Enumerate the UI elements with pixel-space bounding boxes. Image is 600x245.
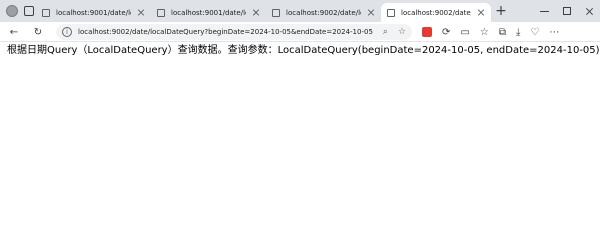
page-content: 根据日期Query（LocalDateQuery）查询数据。查询参数：Local…	[0, 42, 600, 245]
page-favicon-icon	[157, 8, 165, 17]
tab-title: localhost:9002/date/localDateQu...	[401, 8, 471, 17]
site-info-icon[interactable]: i	[62, 27, 72, 37]
profile-avatar-icon[interactable]	[6, 5, 18, 17]
window-controls	[540, 2, 594, 20]
collections-icon[interactable]: ⧉	[499, 27, 506, 38]
favorite-star-icon[interactable]: ☆	[398, 27, 406, 37]
tab-1[interactable]: localhost:9001/date/localDateTi...	[36, 3, 151, 22]
tab-close-icon[interactable]	[137, 9, 145, 17]
downloads-icon[interactable]: ⤓	[516, 27, 520, 38]
navigation-buttons: ← ↻	[8, 25, 44, 39]
browser-tools: ⟳ ▭ ☆ ⧉ ⤓ ♡ ⋯	[422, 25, 559, 39]
favorites-icon[interactable]: ☆	[480, 27, 489, 38]
workspaces-icon[interactable]	[24, 6, 34, 16]
browser-toolbar: ← ↻ i localhost:9002/date/localDateQuery…	[0, 22, 600, 42]
tab-title: localhost:9002/date/localDateTi...	[286, 8, 361, 17]
extension-icon[interactable]	[422, 27, 432, 37]
tab-close-icon[interactable]	[252, 9, 260, 17]
address-url[interactable]: localhost:9002/date/localDateQuery?begin…	[78, 28, 373, 36]
close-window-icon[interactable]	[585, 7, 594, 16]
tab-4-active[interactable]: localhost:9002/date/localDateQu...	[381, 3, 491, 22]
page-favicon-icon	[272, 8, 280, 17]
page-favicon-icon	[42, 8, 50, 17]
tab-title: localhost:9001/date/localDateTi...	[56, 8, 131, 17]
refresh-icon[interactable]: ↻	[32, 27, 44, 38]
new-tab-button[interactable]: +	[494, 4, 508, 18]
tabstrip-left-controls	[6, 4, 34, 18]
back-arrow-icon[interactable]: ←	[8, 27, 20, 38]
tab-3[interactable]: localhost:9002/date/localDateTi...	[266, 3, 381, 22]
page-favicon-icon	[387, 8, 395, 17]
address-bar[interactable]: i localhost:9002/date/localDateQuery?beg…	[56, 24, 412, 40]
query-result-message: 根据日期Query（LocalDateQuery）查询数据。查询参数：Local…	[7, 45, 600, 56]
browser-window: localhost:9001/date/localDateTi... local…	[0, 0, 600, 245]
tab-close-icon[interactable]	[367, 9, 375, 17]
address-bar-icons: ⌕ ☆	[383, 26, 406, 38]
minimize-icon[interactable]	[540, 10, 549, 12]
tab-2[interactable]: localhost:9001/date/localDateQu...	[151, 3, 266, 22]
browser-essentials-icon[interactable]: ♡	[530, 27, 539, 38]
refresh-extension-icon[interactable]: ⟳	[442, 27, 450, 38]
zoom-icon[interactable]: ⌕	[383, 27, 388, 37]
split-screen-icon[interactable]: ▭	[460, 27, 469, 38]
maximize-icon[interactable]	[563, 7, 571, 15]
tab-title: localhost:9001/date/localDateQu...	[171, 8, 246, 17]
tab-strip: localhost:9001/date/localDateTi... local…	[0, 0, 600, 22]
tab-close-icon[interactable]	[477, 9, 485, 17]
settings-more-icon[interactable]: ⋯	[549, 27, 559, 38]
